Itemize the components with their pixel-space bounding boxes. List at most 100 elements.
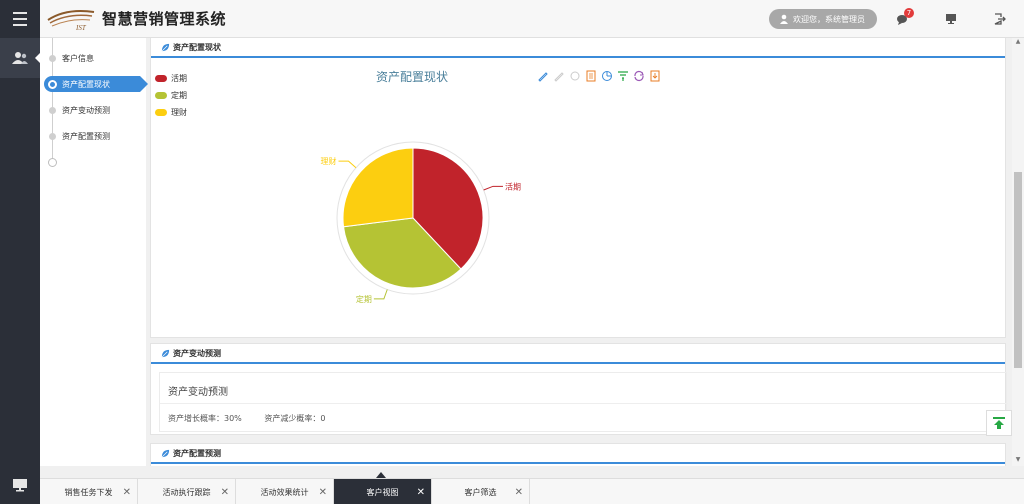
mark-undo-icon[interactable] — [553, 70, 565, 82]
tab-label: 活动效果统计 — [260, 487, 309, 497]
tab-customer-filter[interactable]: 客户筛选 ✕ — [432, 479, 530, 504]
tab-activity-stats[interactable]: 活动效果统计 ✕ — [236, 479, 334, 504]
tab-label: 客户筛选 — [464, 487, 497, 497]
panel-title: 资产配置现状 — [173, 42, 221, 52]
chart-toolbox — [537, 70, 665, 82]
save-image-icon[interactable] — [649, 70, 661, 82]
message-count-badge: 7 — [904, 8, 914, 18]
legend-item[interactable]: 理财 — [155, 104, 187, 121]
growth-probability: 资产增长概率：30% — [168, 414, 252, 423]
decrease-value: 0 — [320, 414, 326, 423]
tab-label: 客户视图 — [366, 487, 399, 497]
funnel-icon[interactable] — [617, 70, 629, 82]
tab-label: 活动执行跟踪 — [162, 487, 211, 497]
timeline-dot — [49, 107, 56, 114]
mark-pen-icon[interactable] — [537, 70, 549, 82]
forecast-card: 资产变动预测 资产增长概率：30% 资产减少概率：0 — [159, 372, 1008, 432]
timeline-dot — [49, 133, 56, 140]
leaf-icon — [161, 349, 170, 357]
legend-swatch — [155, 92, 167, 99]
rail-bottom-monitor[interactable] — [0, 466, 40, 504]
top-header: IST 智慧营销管理系统 欢迎您，系统管理员 7 — [0, 0, 1024, 38]
timeline-item-asset-status[interactable]: 资产配置现状 — [44, 76, 148, 92]
arrow-up-icon — [993, 417, 1005, 429]
refresh-icon[interactable] — [633, 70, 645, 82]
timeline-end-marker — [48, 158, 57, 167]
legend-swatch — [155, 109, 167, 116]
asset-status-panel: 资产配置现状 活期 定期 理财 资产配置现状 活期 定期 理财 — [150, 38, 1006, 338]
section-timeline-nav: 客户信息 资产配置现状 资产变动预测 资产配置预测 — [40, 38, 148, 466]
users-icon — [12, 52, 28, 64]
timeline-item-label: 资产变动预测 — [62, 106, 110, 115]
close-icon[interactable]: ✕ — [515, 487, 523, 498]
close-icon[interactable]: ✕ — [123, 487, 131, 498]
timeline-item-label: 客户信息 — [62, 54, 94, 63]
pie-label-line — [483, 185, 503, 191]
user-greeting-text: 欢迎您，系统管理员 — [793, 14, 865, 24]
close-icon[interactable]: ✕ — [221, 487, 229, 498]
decrease-label: 资产减少概率： — [264, 414, 321, 423]
growth-label: 资产增长概率： — [168, 414, 224, 423]
asset-forecast-panel: 资产变动预测 资产变动预测 资产增长概率：30% 资产减少概率：0 — [150, 343, 1008, 435]
timeline-active-dot — [48, 80, 57, 89]
panel-header: 资产变动预测 — [151, 344, 1005, 364]
tab-customer-view[interactable]: 客户视图 ✕ — [334, 479, 432, 504]
legend-item[interactable]: 定期 — [155, 87, 187, 104]
scroll-up-arrow-icon[interactable]: ▲ — [1012, 38, 1024, 48]
hamburger-icon — [13, 10, 27, 28]
leaf-icon — [161, 43, 170, 51]
pie-slice-label: 理财 — [320, 156, 336, 166]
timeline-item-customer-info[interactable]: 客户信息 — [40, 50, 146, 66]
legend-swatch — [155, 75, 167, 82]
panel-title: 资产配置预测 — [173, 448, 221, 458]
legend-label: 活期 — [171, 74, 187, 83]
tab-label: 销售任务下发 — [64, 487, 113, 497]
pie-label-line — [338, 160, 357, 169]
scroll-down-arrow-icon[interactable]: ▼ — [1012, 456, 1024, 466]
pie-chart-icon[interactable] — [601, 70, 613, 82]
desktop-icon — [13, 479, 27, 492]
legend-item[interactable]: 活期 — [155, 70, 187, 87]
bottom-tab-bar: 销售任务下发 ✕ 活动执行跟踪 ✕ 活动效果统计 ✕ 客户视图 ✕ 客户筛选 ✕ — [40, 478, 1024, 504]
panel-header: 资产配置预测 — [151, 444, 1005, 464]
timeline-item-allocation-forecast[interactable]: 资产配置预测 — [40, 128, 146, 144]
pie-label-line — [373, 289, 388, 300]
timeline-item-asset-forecast[interactable]: 资产变动预测 — [40, 102, 146, 118]
monitor-icon[interactable] — [942, 10, 960, 28]
left-rail — [0, 38, 40, 466]
tab-activity-tracking[interactable]: 活动执行跟踪 ✕ — [138, 479, 236, 504]
scrollbar-thumb[interactable] — [1014, 172, 1022, 368]
user-icon — [780, 14, 788, 24]
timeline-item-label: 资产配置预测 — [62, 132, 110, 141]
logout-icon[interactable] — [990, 10, 1008, 28]
growth-value: 30% — [224, 414, 242, 423]
panel-title: 资产变动预测 — [173, 348, 221, 358]
app-title: 智慧营销管理系统 — [102, 10, 227, 28]
close-icon[interactable]: ✕ — [417, 487, 425, 498]
forecast-stats: 资产增长概率：30% 资产减少概率：0 — [168, 413, 345, 424]
timeline-item-label: 资产配置现状 — [62, 80, 110, 89]
legend-label: 理财 — [171, 108, 187, 117]
forecast-card-title: 资产变动预测 — [168, 387, 228, 398]
pie-slice-label: 活期 — [505, 181, 521, 191]
user-greeting-pill[interactable]: 欢迎您，系统管理员 — [769, 9, 877, 29]
data-view-icon[interactable] — [585, 70, 597, 82]
leaf-icon — [161, 449, 170, 457]
decrease-probability: 资产减少概率：0 — [264, 414, 335, 423]
logo-text: IST — [75, 24, 87, 32]
chart-legend: 活期 定期 理财 — [155, 70, 187, 121]
chart-title: 资产配置现状 — [376, 70, 449, 84]
main-content: 资产配置现状 活期 定期 理财 资产配置现状 活期 定期 理财 资产变动预测 资… — [150, 38, 1012, 466]
timeline-dot — [49, 55, 56, 62]
menu-toggle-button[interactable] — [0, 0, 40, 38]
close-icon[interactable]: ✕ — [319, 487, 327, 498]
divider — [160, 403, 1008, 404]
back-to-top-button[interactable] — [986, 410, 1012, 436]
panel-header: 资产配置现状 — [151, 38, 1005, 58]
rail-item-customers[interactable] — [0, 38, 41, 78]
tab-sales-task[interactable]: 销售任务下发 ✕ — [40, 479, 138, 504]
pie-slice[interactable] — [342, 147, 414, 228]
legend-label: 定期 — [171, 91, 187, 100]
mark-clear-icon[interactable] — [569, 70, 581, 82]
app-root: IST 智慧营销管理系统 欢迎您，系统管理员 7 客户信息 资产配置现状 资产变… — [0, 0, 1024, 504]
